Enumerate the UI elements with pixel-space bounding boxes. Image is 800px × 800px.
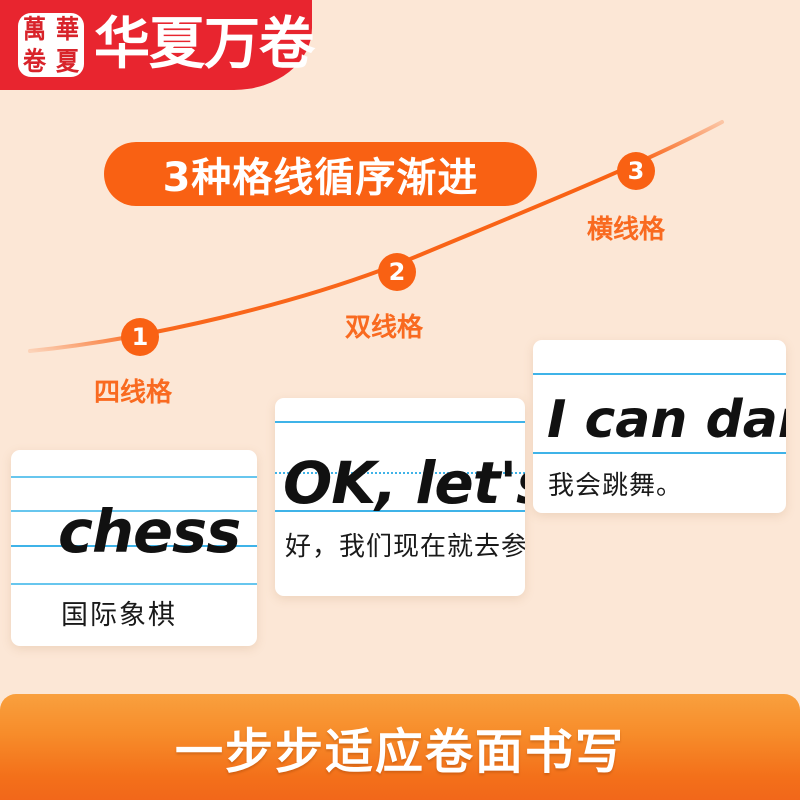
step-label-1: 四线格 xyxy=(94,378,173,408)
step-marker-1[interactable]: 1 xyxy=(121,318,159,356)
brand-seal-logo: 萬 華 卷 夏 xyxy=(18,13,84,77)
sample-card-single-line[interactable]: I can dan 我会跳舞。 xyxy=(533,340,786,513)
headline-pill: 3种格线循序渐进 xyxy=(104,142,537,206)
sample-card-double-line[interactable]: OK, let's 好，我们现在就去参 xyxy=(275,398,525,596)
handwriting-chinese: 国际象棋 xyxy=(61,600,177,631)
handwriting-chinese: 我会跳舞。 xyxy=(548,471,684,501)
sample-card-four-line[interactable]: chess 国际象棋 xyxy=(11,450,257,646)
footer-text: 一步步适应卷面书写 xyxy=(174,724,625,780)
step-label-2: 双线格 xyxy=(345,313,424,343)
grid-rule xyxy=(533,452,786,454)
footer-banner: 一步步适应卷面书写 xyxy=(0,694,800,800)
grid-rule xyxy=(275,421,525,423)
brand-banner: 萬 華 卷 夏 华夏万卷 xyxy=(0,0,315,90)
step-label-3: 横线格 xyxy=(587,215,666,245)
step-marker-3[interactable]: 3 xyxy=(617,152,655,190)
handwriting-english: I can dan xyxy=(547,390,786,450)
grid-rule xyxy=(11,476,257,478)
seal-char-1: 萬 xyxy=(23,13,46,45)
step-marker-2[interactable]: 2 xyxy=(378,253,416,291)
seal-char-2: 華 xyxy=(56,13,79,45)
handwriting-chinese: 好，我们现在就去参 xyxy=(285,532,525,562)
brand-name: 华夏万卷 xyxy=(94,12,315,77)
seal-char-4: 夏 xyxy=(56,45,79,77)
grid-rule xyxy=(533,373,786,375)
headline-text: 3种格线循序渐进 xyxy=(162,155,479,201)
grid-rule xyxy=(11,583,257,585)
handwriting-english: chess xyxy=(58,497,241,566)
seal-char-3: 卷 xyxy=(23,45,46,77)
handwriting-english: OK, let's xyxy=(283,449,525,517)
promo-poster: 萬 華 卷 夏 华夏万卷 3种格线循序渐进 1 四线格 2 双线格 3 横线格 xyxy=(0,0,800,800)
